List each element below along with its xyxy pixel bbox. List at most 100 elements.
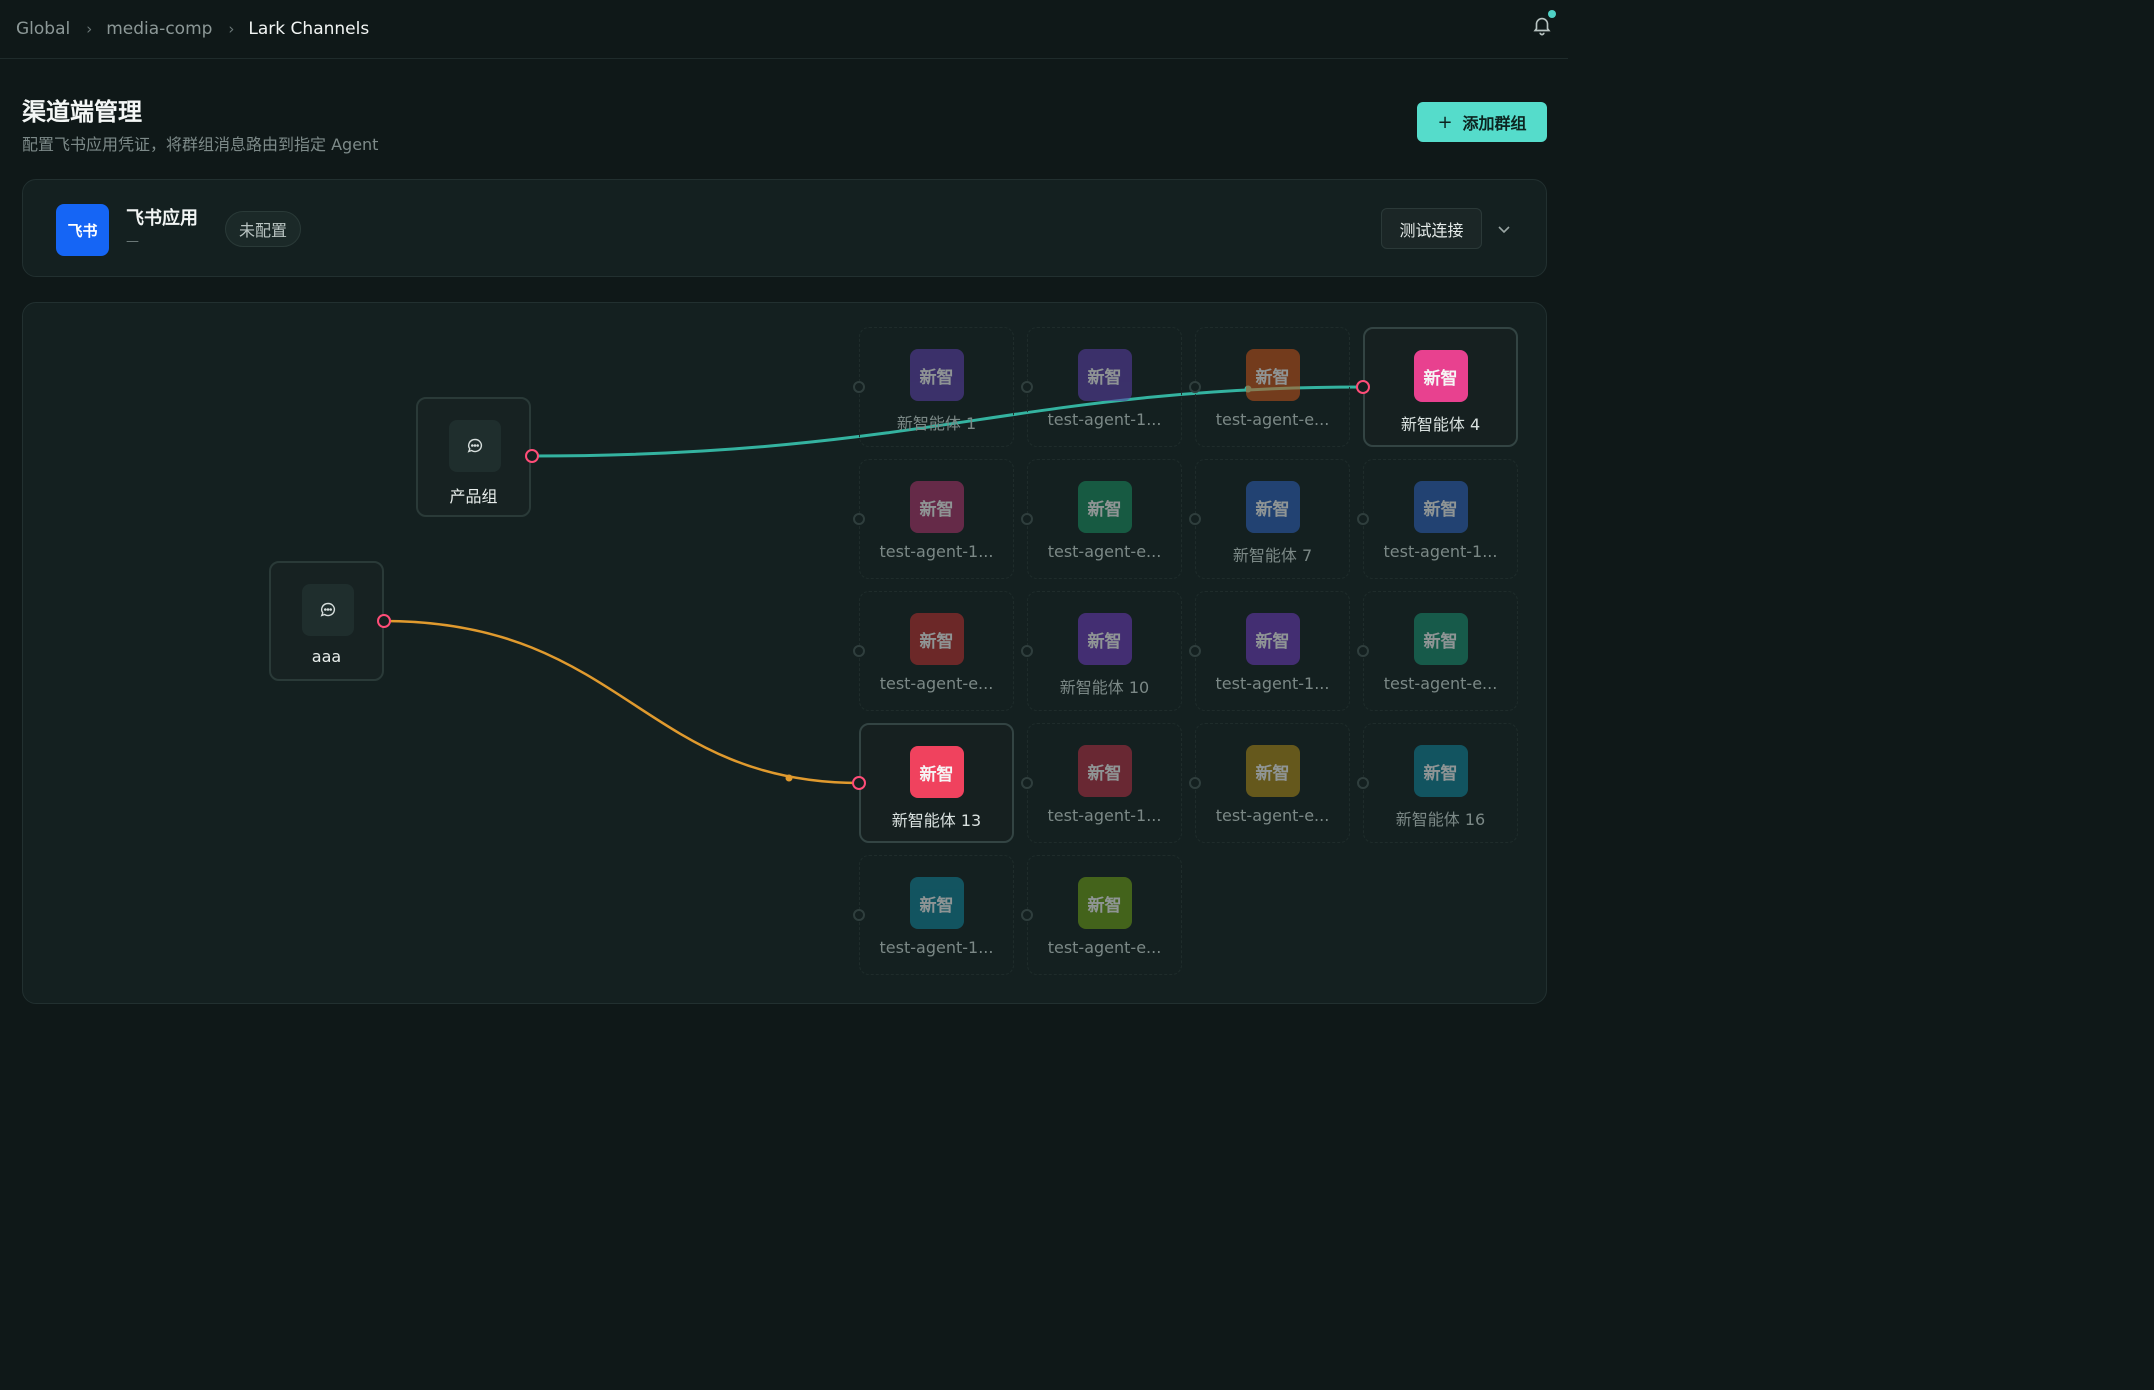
group-name: aaa bbox=[311, 647, 342, 666]
agent-node[interactable]: 新智新智能体 1 bbox=[859, 327, 1014, 447]
agent-name: 新智能体 16 bbox=[1395, 810, 1486, 829]
app-id: — bbox=[126, 234, 139, 249]
agent-avatar: 新智 bbox=[909, 746, 964, 798]
chat-bubble-icon bbox=[449, 420, 501, 472]
agent-name: 新智能体 1 bbox=[896, 414, 977, 433]
lark-logo: 飞书 bbox=[56, 204, 109, 256]
agent-input-handle[interactable] bbox=[1021, 777, 1033, 789]
agent-avatar: 新智 bbox=[1245, 745, 1300, 797]
group-name: 产品组 bbox=[449, 487, 498, 506]
agent-input-handle[interactable] bbox=[1189, 513, 1201, 525]
agent-avatar: 新智 bbox=[1413, 481, 1468, 533]
agent-name: 新智能体 7 bbox=[1232, 546, 1313, 565]
agent-node[interactable]: 新智新智能体 16 bbox=[1363, 723, 1518, 843]
page-title: 渠道端管理 bbox=[22, 98, 142, 126]
agent-input-handle[interactable] bbox=[1189, 645, 1201, 657]
chat-bubble-icon bbox=[302, 584, 354, 636]
agent-avatar: 新智 bbox=[1245, 349, 1300, 401]
agent-avatar: 新智 bbox=[1077, 745, 1132, 797]
edge-group-aaa-to-agent-13 bbox=[383, 619, 860, 785]
agent-node[interactable]: 新智 test-agent-1... bbox=[859, 855, 1014, 975]
breadcrumb-current: Lark Channels bbox=[248, 19, 370, 39]
agent-input-handle[interactable] bbox=[852, 776, 866, 790]
agent-node[interactable]: 新智 test-agent-e... bbox=[1195, 327, 1350, 447]
agent-name: 新智能体 10 bbox=[1059, 678, 1150, 697]
page-subtitle: 配置飞书应用凭证，将群组消息路由到指定 Agent bbox=[22, 135, 379, 154]
agent-name: test-agent-e... bbox=[879, 674, 994, 693]
agent-avatar: 新智 bbox=[1413, 745, 1468, 797]
agent-input-handle[interactable] bbox=[1021, 645, 1033, 657]
agent-node[interactable]: 新智 test-agent-e... bbox=[859, 591, 1014, 711]
agent-input-handle[interactable] bbox=[1357, 777, 1369, 789]
agent-node[interactable]: 新智新智能体 10 bbox=[1027, 591, 1182, 711]
agent-node[interactable]: 新智新智能体 13 bbox=[859, 723, 1014, 843]
routing-canvas[interactable]: 产品组 aaa 新智 新智能体 1 新智 test-agent-1... 新智 test-… bbox=[22, 302, 1547, 1004]
agent-node[interactable]: 新智 test-agent-e... bbox=[1363, 591, 1518, 711]
agent-avatar: 新智 bbox=[1077, 613, 1132, 665]
lark-app-card: 飞书 飞书应用 — 未配置 测试连接 bbox=[22, 179, 1547, 277]
notification-dot bbox=[1548, 10, 1556, 18]
agent-name: test-agent-1... bbox=[1215, 674, 1330, 693]
agent-name: test-agent-e... bbox=[1215, 410, 1330, 429]
agent-name: test-agent-e... bbox=[1047, 542, 1162, 561]
agent-avatar: 新智 bbox=[909, 481, 964, 533]
add-group-label: 添加群组 bbox=[1462, 114, 1527, 133]
chevron-right-icon: › bbox=[86, 20, 93, 38]
agent-name: test-agent-1... bbox=[1047, 410, 1162, 429]
add-group-button[interactable]: + 添加群组 bbox=[1417, 102, 1547, 142]
breadcrumb-media-comp[interactable]: media-comp bbox=[106, 19, 212, 39]
test-connection-button[interactable]: 测试连接 bbox=[1381, 208, 1482, 249]
agent-name: test-agent-1... bbox=[1047, 806, 1162, 825]
agent-input-handle[interactable] bbox=[1021, 513, 1033, 525]
agent-node[interactable]: 新智 test-agent-1... bbox=[1027, 327, 1182, 447]
agent-avatar: 新智 bbox=[1245, 613, 1300, 665]
agent-input-handle[interactable] bbox=[853, 645, 865, 657]
agent-input-handle[interactable] bbox=[1021, 909, 1033, 921]
agent-input-handle[interactable] bbox=[853, 381, 865, 393]
agent-avatar: 新智 bbox=[1077, 481, 1132, 533]
agent-input-handle[interactable] bbox=[1357, 513, 1369, 525]
agent-name: test-agent-1... bbox=[1383, 542, 1498, 561]
top-bar: Global › media-comp › Lark Channels bbox=[0, 0, 1568, 59]
agent-node[interactable]: 新智 test-agent-1... bbox=[1027, 723, 1182, 843]
agent-name: test-agent-1... bbox=[879, 938, 994, 957]
agent-name: 新智能体 4 bbox=[1400, 415, 1481, 434]
agent-name: test-agent-e... bbox=[1047, 938, 1162, 957]
chevron-right-icon: › bbox=[228, 20, 235, 38]
edge-midpoint-dot bbox=[785, 774, 793, 782]
agent-node[interactable]: 新智 test-agent-1... bbox=[859, 459, 1014, 579]
agent-node[interactable]: 新智 test-agent-1... bbox=[1363, 459, 1518, 579]
agent-node[interactable]: 新智新智能体 7 bbox=[1195, 459, 1350, 579]
agent-input-handle[interactable] bbox=[1021, 381, 1033, 393]
plus-icon: + bbox=[1437, 111, 1453, 133]
agent-input-handle[interactable] bbox=[1189, 777, 1201, 789]
breadcrumb: Global › media-comp › Lark Channels bbox=[16, 19, 369, 39]
agent-avatar: 新智 bbox=[1413, 350, 1468, 402]
agent-name: test-agent-1... bbox=[879, 542, 994, 561]
status-badge: 未配置 bbox=[225, 211, 302, 247]
agent-avatar: 新智 bbox=[1077, 349, 1132, 401]
agent-node[interactable]: 新智 test-agent-e... bbox=[1195, 723, 1350, 843]
agent-input-handle[interactable] bbox=[1356, 380, 1370, 394]
agent-input-handle[interactable] bbox=[1189, 381, 1201, 393]
agent-avatar: 新智 bbox=[1245, 481, 1300, 533]
agent-avatar: 新智 bbox=[909, 349, 964, 401]
agent-name: test-agent-e... bbox=[1215, 806, 1330, 825]
agent-node[interactable]: 新智 test-agent-e... bbox=[1027, 459, 1182, 579]
group-node-aaa[interactable]: aaa bbox=[269, 561, 384, 681]
agent-node[interactable]: 新智新智能体 4 bbox=[1363, 327, 1518, 447]
agent-input-handle[interactable] bbox=[853, 909, 865, 921]
agent-input-handle[interactable] bbox=[853, 513, 865, 525]
group-output-handle[interactable] bbox=[525, 449, 539, 463]
agent-node[interactable]: 新智 test-agent-1... bbox=[1195, 591, 1350, 711]
group-node-product[interactable]: 产品组 bbox=[416, 397, 531, 517]
agent-node[interactable]: 新智 test-agent-e... bbox=[1027, 855, 1182, 975]
agent-name: 新智能体 13 bbox=[891, 811, 982, 830]
app-name: 飞书应用 bbox=[126, 208, 198, 229]
agent-avatar: 新智 bbox=[909, 613, 964, 665]
breadcrumb-global[interactable]: Global bbox=[16, 19, 70, 39]
chevron-down-icon[interactable] bbox=[1495, 220, 1513, 238]
agent-avatar: 新智 bbox=[1413, 613, 1468, 665]
agent-input-handle[interactable] bbox=[1357, 645, 1369, 657]
group-output-handle[interactable] bbox=[377, 614, 391, 628]
